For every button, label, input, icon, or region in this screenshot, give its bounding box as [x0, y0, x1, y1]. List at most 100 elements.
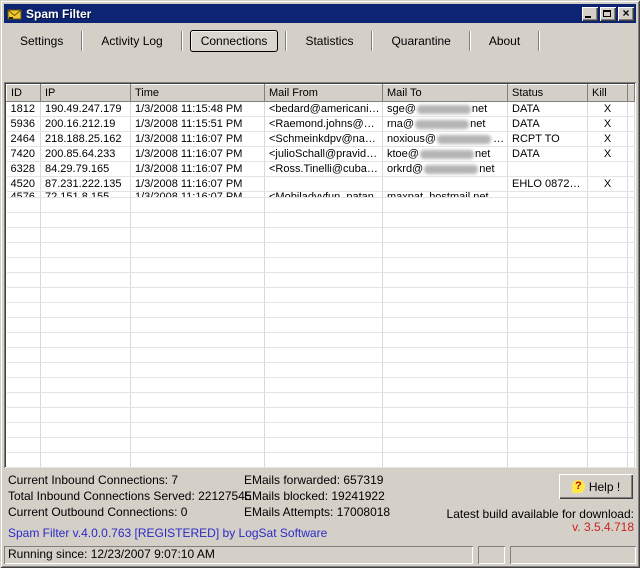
- filler-cell: [628, 162, 635, 177]
- kill-cell: [588, 162, 628, 177]
- empty-cell: [265, 393, 383, 408]
- time-cell: 1/3/2008 11:16:07 PM: [131, 147, 265, 162]
- empty-cell: [588, 213, 628, 228]
- tab-connections[interactable]: Connections: [190, 30, 279, 52]
- mail-to-domain: net: [472, 103, 487, 115]
- id-cell: 4520: [7, 177, 41, 192]
- status-cell: EHLO 087231...: [508, 177, 588, 192]
- column-header-mail-from[interactable]: Mail From: [265, 85, 383, 102]
- column-header-id[interactable]: ID: [7, 85, 41, 102]
- empty-cell: [41, 348, 131, 363]
- empty-cell: [508, 438, 588, 453]
- table-row[interactable]: 7420200.85.64.2331/3/2008 11:16:07 PM<ju…: [7, 147, 635, 162]
- mail-to-cell: rna@net: [383, 117, 508, 132]
- ip-cell: 87.231.222.135: [41, 177, 131, 192]
- empty-cell: [383, 378, 508, 393]
- mail-to-text: maxpat_hostmail.net: [387, 192, 489, 197]
- table-row[interactable]: 452087.231.222.1351/3/2008 11:16:07 PMEH…: [7, 177, 635, 192]
- empty-row: [7, 303, 635, 318]
- empty-cell: [41, 198, 131, 213]
- tab-about[interactable]: About: [478, 30, 531, 52]
- empty-cell: [383, 228, 508, 243]
- empty-row: [7, 438, 635, 453]
- empty-cell: [265, 273, 383, 288]
- maximize-button[interactable]: [600, 7, 616, 21]
- empty-cell: [265, 318, 383, 333]
- status-cell: DATA: [508, 147, 588, 162]
- mail-to-cell: orkrd@net: [383, 162, 508, 177]
- column-header-filler: [628, 85, 635, 102]
- empty-cell: [131, 258, 265, 273]
- empty-cell: [41, 423, 131, 438]
- empty-cell: [628, 273, 635, 288]
- column-header-ip[interactable]: IP: [41, 85, 131, 102]
- tab-bar: Settings Activity Log Connections Statistic…: [8, 28, 632, 54]
- registration-line[interactable]: Spam Filter v.4.0.0.763 [REGISTERED] by …: [8, 526, 327, 540]
- kill-cell[interactable]: X: [588, 132, 628, 147]
- empty-cell: [588, 423, 628, 438]
- mail-to-cell: [383, 177, 508, 192]
- tab-settings[interactable]: Settings: [9, 30, 74, 52]
- empty-cell: [7, 258, 41, 273]
- id-cell: 2464: [7, 132, 41, 147]
- tab-separator: [181, 31, 183, 51]
- empty-cell: [588, 333, 628, 348]
- column-header-kill[interactable]: Kill: [588, 85, 628, 102]
- empty-cell: [628, 393, 635, 408]
- emails-forwarded: EMails forwarded: 657319: [244, 472, 390, 488]
- empty-cell: [383, 273, 508, 288]
- clipped-text: [588, 192, 627, 197]
- redacted-segment: [417, 105, 471, 114]
- mail-from-cell: <Schmeinkdpv@nacc...: [265, 132, 383, 147]
- empty-cell: [131, 198, 265, 213]
- minimize-button[interactable]: [582, 7, 598, 21]
- column-header-mail-to[interactable]: Mail To: [383, 85, 508, 102]
- id-cell: 7420: [7, 147, 41, 162]
- tab-activity-log[interactable]: Activity Log: [90, 30, 173, 52]
- empty-cell: [628, 453, 635, 468]
- empty-cell: [7, 318, 41, 333]
- tab-statistics[interactable]: Statistics: [294, 30, 364, 52]
- empty-cell: [41, 333, 131, 348]
- help-button[interactable]: ? Help !: [559, 474, 633, 499]
- column-header-time[interactable]: Time: [131, 85, 265, 102]
- empty-cell: [265, 243, 383, 258]
- empty-cell: [41, 453, 131, 468]
- connections-list: IDIPTimeMail FromMail ToStatusKill 18121…: [4, 82, 636, 468]
- empty-cell: [508, 213, 588, 228]
- kill-cell[interactable]: X: [588, 177, 628, 192]
- filler-cell: [628, 132, 635, 147]
- empty-cell: [7, 393, 41, 408]
- empty-cell: [628, 438, 635, 453]
- column-header-status[interactable]: Status: [508, 85, 588, 102]
- filler-cell: [628, 177, 635, 192]
- kill-cell[interactable]: X: [588, 102, 628, 117]
- empty-cell: [383, 288, 508, 303]
- table-row[interactable]: 1812190.49.247.1791/3/2008 11:15:48 PM<b…: [7, 102, 635, 117]
- empty-cell: [588, 243, 628, 258]
- empty-cell: [131, 363, 265, 378]
- total-inbound-connections-served: Total Inbound Connections Served: 221275…: [8, 488, 252, 504]
- empty-cell: [131, 438, 265, 453]
- empty-cell: [41, 318, 131, 333]
- table-row[interactable]: 632884.29.79.1651/3/2008 11:16:07 PM<Ros…: [7, 162, 635, 177]
- kill-cell[interactable]: X: [588, 117, 628, 132]
- table-row[interactable]: 5936200.16.212.191/3/2008 11:15:51 PM<Ra…: [7, 117, 635, 132]
- mail-from-cell: <Ross.Tinelli@cubafor...: [265, 162, 383, 177]
- empty-cell: [383, 198, 508, 213]
- empty-cell: [265, 438, 383, 453]
- redacted-segment: [415, 120, 469, 129]
- tab-quarantine[interactable]: Quarantine: [380, 30, 461, 52]
- table-row[interactable]: 2464218.188.25.1621/3/2008 11:16:07 PM<S…: [7, 132, 635, 147]
- kill-cell[interactable]: X: [588, 147, 628, 162]
- empty-row: [7, 408, 635, 423]
- id-cell: 5936: [7, 117, 41, 132]
- empty-row: [7, 453, 635, 468]
- close-button[interactable]: ×: [618, 7, 634, 21]
- empty-cell: [41, 258, 131, 273]
- empty-cell: [131, 243, 265, 258]
- update-version[interactable]: v. 3.5.4.718: [447, 521, 634, 534]
- empty-cell: [41, 438, 131, 453]
- mail-to-cell: ktoe@net: [383, 147, 508, 162]
- title-bar[interactable]: Spam Filter ×: [4, 4, 636, 23]
